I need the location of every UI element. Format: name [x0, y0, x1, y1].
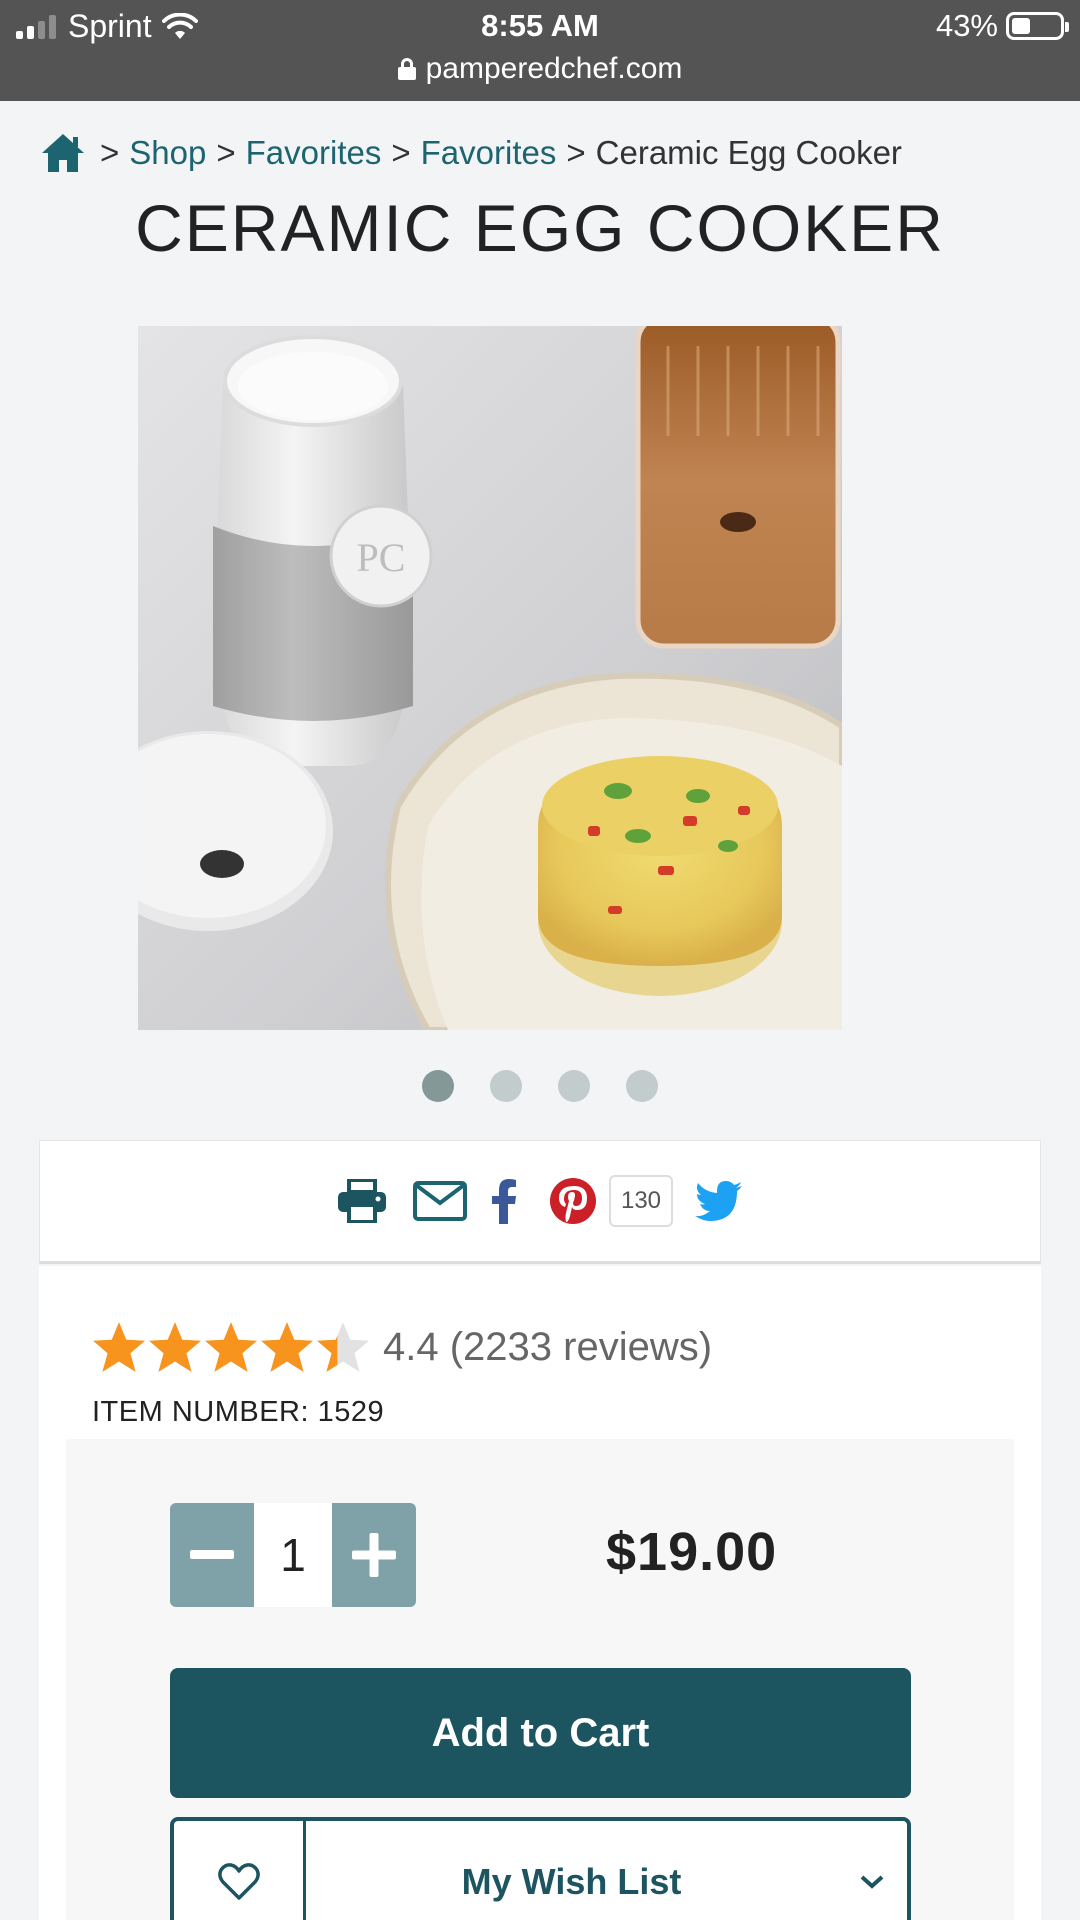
- print-button[interactable]: [337, 1179, 387, 1223]
- status-bar: Sprint 8:55 AM 43% pamperedchef.com: [0, 0, 1080, 101]
- facebook-icon: [491, 1179, 516, 1224]
- carousel-dot[interactable]: [422, 1070, 454, 1102]
- star-icon: [317, 1322, 369, 1372]
- pinterest-button[interactable]: 130: [549, 1175, 674, 1227]
- breadcrumb-favorites[interactable]: Favorites: [246, 134, 382, 172]
- clock: 8:55 AM: [481, 8, 599, 43]
- battery-percent: 43%: [935, 8, 998, 43]
- breadcrumb-separator: >: [566, 134, 586, 171]
- wish-list-dropdown[interactable]: [837, 1821, 907, 1920]
- pinterest-count: 130: [608, 1175, 674, 1227]
- svg-text:PC: PC: [357, 535, 406, 580]
- image-carousel-dots: [0, 1070, 1080, 1102]
- heart-icon: [217, 1863, 260, 1900]
- wish-list-selector[interactable]: My Wish List: [170, 1817, 911, 1920]
- address-bar[interactable]: pamperedchef.com: [0, 52, 1080, 86]
- star-icon: [261, 1322, 313, 1372]
- product-rating[interactable]: 4.4 (2233 reviews): [91, 1320, 712, 1374]
- product-price: $19.00: [606, 1522, 778, 1582]
- chevron-down-icon: [860, 1875, 884, 1889]
- quantity-stepper: 1: [170, 1503, 416, 1607]
- twitter-button[interactable]: [695, 1181, 743, 1221]
- star-icon: [205, 1322, 257, 1372]
- purchase-panel: 1 $19.00 Add to Cart My Wish List: [66, 1439, 1014, 1920]
- print-icon: [337, 1179, 386, 1223]
- email-button[interactable]: [412, 1181, 467, 1221]
- twitter-icon: [695, 1181, 743, 1221]
- battery-area: 43%: [935, 8, 1069, 44]
- decrease-quantity-button[interactable]: [170, 1503, 254, 1607]
- carousel-dot[interactable]: [626, 1070, 658, 1102]
- wish-list-label: My Wish List: [461, 1861, 682, 1902]
- quantity-input[interactable]: 1: [254, 1503, 332, 1607]
- star-icon: [93, 1322, 145, 1372]
- breadcrumb-shop[interactable]: Shop: [129, 134, 206, 172]
- add-to-wishlist-button[interactable]: [174, 1821, 306, 1920]
- increase-quantity-button[interactable]: [332, 1503, 416, 1607]
- carousel-dot[interactable]: [558, 1070, 590, 1102]
- rating-summary: 4.4 (2233 reviews): [383, 1324, 713, 1369]
- breadcrumb-separator: >: [100, 134, 120, 171]
- email-icon: [412, 1181, 467, 1221]
- facebook-button[interactable]: [491, 1178, 517, 1224]
- minus-icon: [190, 1550, 234, 1559]
- breadcrumb-separator: >: [391, 134, 411, 171]
- add-to-cart-button[interactable]: Add to Cart: [170, 1668, 911, 1798]
- breadcrumb-current: Ceramic Egg Cooker: [595, 134, 902, 171]
- battery-icon: [1006, 12, 1069, 40]
- star-rating: [91, 1320, 371, 1374]
- url-text: pamperedchef.com: [425, 52, 683, 85]
- breadcrumb: > Shop > Favorites > Favorites > Ceramic…: [40, 132, 902, 174]
- breadcrumb-separator: >: [216, 134, 236, 171]
- breadcrumb-favorites-sub[interactable]: Favorites: [421, 134, 557, 172]
- item-number: ITEM NUMBER: 1529: [92, 1396, 385, 1428]
- star-icon: [149, 1322, 201, 1372]
- home-icon[interactable]: [40, 132, 86, 174]
- plus-icon: [352, 1533, 396, 1577]
- page-title: CERAMIC EGG COOKER: [135, 191, 945, 265]
- share-bar: 130: [39, 1140, 1041, 1264]
- carousel-dot[interactable]: [490, 1070, 522, 1102]
- pinterest-icon: [549, 1178, 596, 1224]
- lock-icon: [397, 58, 416, 80]
- product-info-card: 4.4 (2233 reviews) ITEM NUMBER: 1529 1 $…: [39, 1266, 1041, 1920]
- product-image[interactable]: PC: [138, 326, 842, 1030]
